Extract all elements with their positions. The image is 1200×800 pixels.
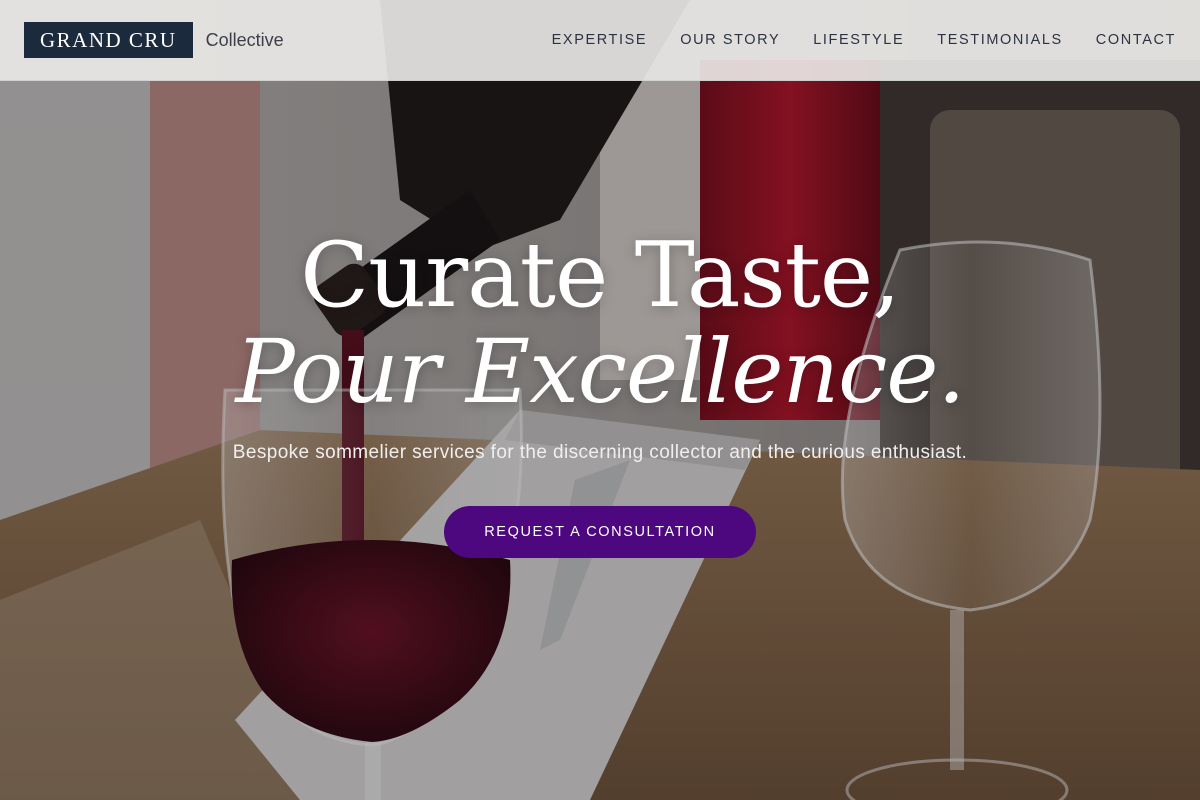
headline-line-2: Pour Excellence. xyxy=(235,320,966,423)
hero-content: Curate Taste, Pour Excellence. Bespoke s… xyxy=(0,228,1200,558)
hero-subtitle: Bespoke sommelier services for the disce… xyxy=(232,442,968,463)
nav-link-testimonials[interactable]: TESTIMONIALS xyxy=(937,32,1063,48)
nav-link-our-story[interactable]: OUR STORY xyxy=(680,32,780,48)
nav-link-expertise[interactable]: EXPERTISE xyxy=(552,32,648,48)
nav-link-contact[interactable]: CONTACT xyxy=(1096,32,1176,48)
hero-section: Curate Taste, Pour Excellence. Bespoke s… xyxy=(0,0,1200,800)
brand-logo[interactable]: GRAND CRU Collective xyxy=(24,22,284,58)
nav-link-lifestyle[interactable]: LIFESTYLE xyxy=(813,32,904,48)
brand-subtitle: Collective xyxy=(205,29,284,50)
headline-line-1: Curate Taste, xyxy=(300,223,900,328)
main-nav: EXPERTISE OUR STORY LIFESTYLE TESTIMONIA… xyxy=(552,32,1176,48)
site-header: GRAND CRU Collective EXPERTISE OUR STORY… xyxy=(0,0,1200,81)
request-consultation-button[interactable]: REQUEST A CONSULTATION xyxy=(444,506,756,558)
brand-mark: GRAND CRU xyxy=(24,22,193,58)
hero-headline: Curate Taste, Pour Excellence. xyxy=(0,228,1200,420)
